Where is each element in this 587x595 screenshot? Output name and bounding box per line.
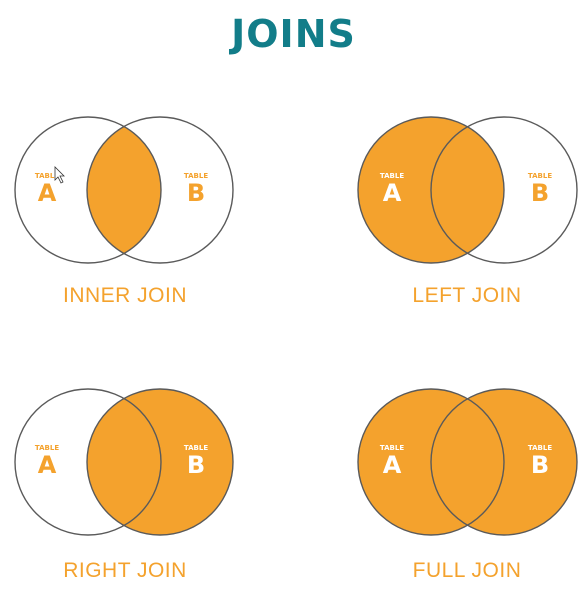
table-b-letter: B bbox=[531, 451, 549, 479]
right-join-venn: TABLE A TABLE B RIGHT JOIN bbox=[14, 388, 234, 582]
table-a-letter: A bbox=[383, 451, 402, 479]
join-caption: LEFT JOIN bbox=[412, 284, 521, 307]
joins-diagram: TABLE A TABLE B INNER JOIN TABLE A TABLE… bbox=[14, 116, 578, 582]
left-join-venn: TABLE A TABLE B LEFT JOIN bbox=[357, 116, 578, 307]
table-b-letter: B bbox=[187, 179, 205, 207]
full-join-venn: TABLE A TABLE B FULL JOIN bbox=[357, 388, 578, 582]
table-a-letter: A bbox=[38, 179, 57, 207]
table-b-letter: B bbox=[187, 451, 205, 479]
table-a-letter: A bbox=[38, 451, 57, 479]
join-caption: FULL JOIN bbox=[413, 559, 522, 582]
join-caption: INNER JOIN bbox=[63, 284, 187, 307]
join-caption: RIGHT JOIN bbox=[63, 559, 187, 582]
mouse-cursor-icon bbox=[54, 166, 65, 184]
table-a-letter: A bbox=[383, 179, 402, 207]
table-b-letter: B bbox=[531, 179, 549, 207]
inner-join-venn: TABLE A TABLE B INNER JOIN bbox=[14, 116, 234, 307]
intersection-region bbox=[87, 117, 161, 263]
